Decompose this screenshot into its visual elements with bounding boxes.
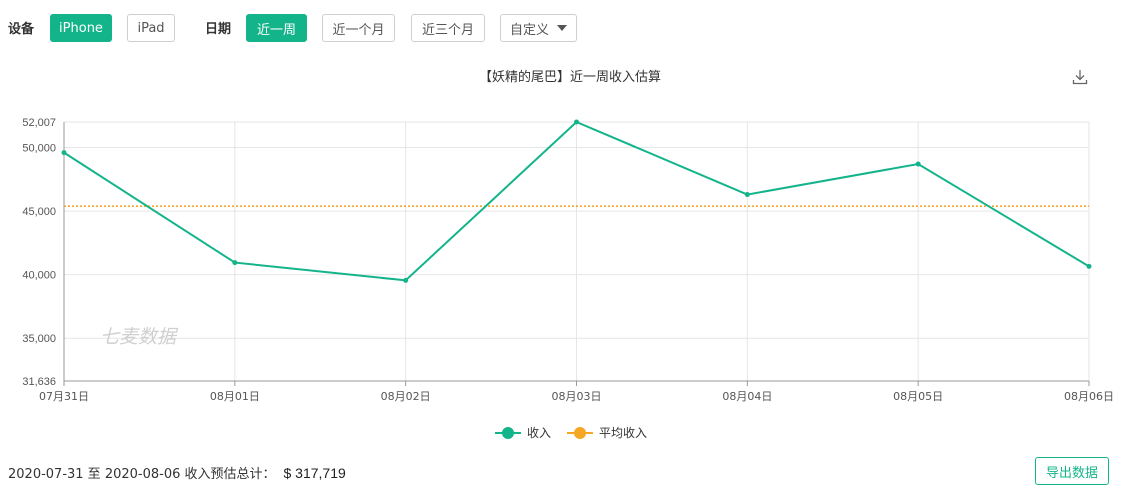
watermark: 七麦数据	[100, 326, 179, 348]
legend-label-revenue: 收入	[527, 426, 552, 440]
date-label: 日期	[205, 22, 232, 37]
custom-range-dropdown[interactable]: 自定义	[500, 14, 577, 42]
caret-down-icon	[557, 25, 567, 31]
x-tick-label: 07月31日	[39, 390, 89, 403]
device-iphone-button[interactable]: iPhone	[50, 14, 112, 42]
legend-item-average[interactable]: 平均收入	[567, 424, 647, 441]
y-tick-label: 40,000	[22, 270, 56, 282]
legend-marker-revenue	[495, 426, 521, 440]
x-tick-label: 08月04日	[722, 390, 772, 403]
y-tick-label: 31,636	[22, 376, 56, 388]
download-icon[interactable]	[1071, 68, 1089, 86]
filter-bar: 设备 iPhone iPad 日期 近一周 近一个月 近三个月 自定义	[0, 0, 1125, 56]
x-tick-label: 08月03日	[552, 390, 602, 403]
y-tick-label: 50,000	[22, 143, 56, 155]
revenue-point	[574, 119, 579, 125]
revenue-summary: 2020-07-31 至 2020-08-06 收入预估总计： $ 317,719	[8, 463, 346, 482]
x-tick-label: 08月05日	[893, 390, 943, 403]
legend-item-revenue[interactable]: 收入	[495, 424, 551, 441]
y-tick-label: 52,007	[22, 117, 56, 129]
revenue-line-chart: 七麦数据 31,636 35,000 40,000 45,000 50,000 52,00…	[22, 117, 1114, 403]
chart-title: 【妖精的尾巴】近一周收入估算	[478, 70, 661, 85]
revenue-point	[1086, 263, 1092, 269]
revenue-point	[61, 150, 67, 156]
device-ipad-button[interactable]: iPad	[127, 14, 175, 42]
y-tick-label: 35,000	[22, 333, 56, 345]
legend-marker-average	[567, 426, 594, 440]
x-tick-label: 08月06日	[1064, 390, 1114, 403]
revenue-point	[232, 260, 238, 266]
range-month-button[interactable]: 近一个月	[322, 14, 395, 42]
revenue-point	[744, 192, 750, 198]
revenue-point	[915, 161, 921, 167]
x-tick-label: 08月01日	[210, 390, 260, 403]
revenue-point	[403, 277, 409, 283]
legend: 收入 平均收入	[495, 424, 663, 441]
summary-text: 2020-07-31 至 2020-08-06 收入预估总计：	[8, 467, 276, 482]
axis-layer: 31,636 35,000 40,000 45,000 50,000 52,007 07月3…	[22, 117, 1114, 403]
device-label: 设备	[8, 22, 35, 37]
legend-label-average: 平均收入	[599, 426, 648, 440]
x-tick-label: 08月02日	[381, 390, 431, 403]
export-data-button[interactable]: 导出数据	[1035, 457, 1109, 485]
range-3months-button[interactable]: 近三个月	[411, 14, 485, 42]
y-tick-label: 45,000	[22, 206, 56, 218]
custom-range-label: 自定义	[509, 22, 549, 38]
range-week-button[interactable]: 近一周	[246, 14, 307, 42]
summary-total: $ 317,719	[283, 465, 346, 481]
